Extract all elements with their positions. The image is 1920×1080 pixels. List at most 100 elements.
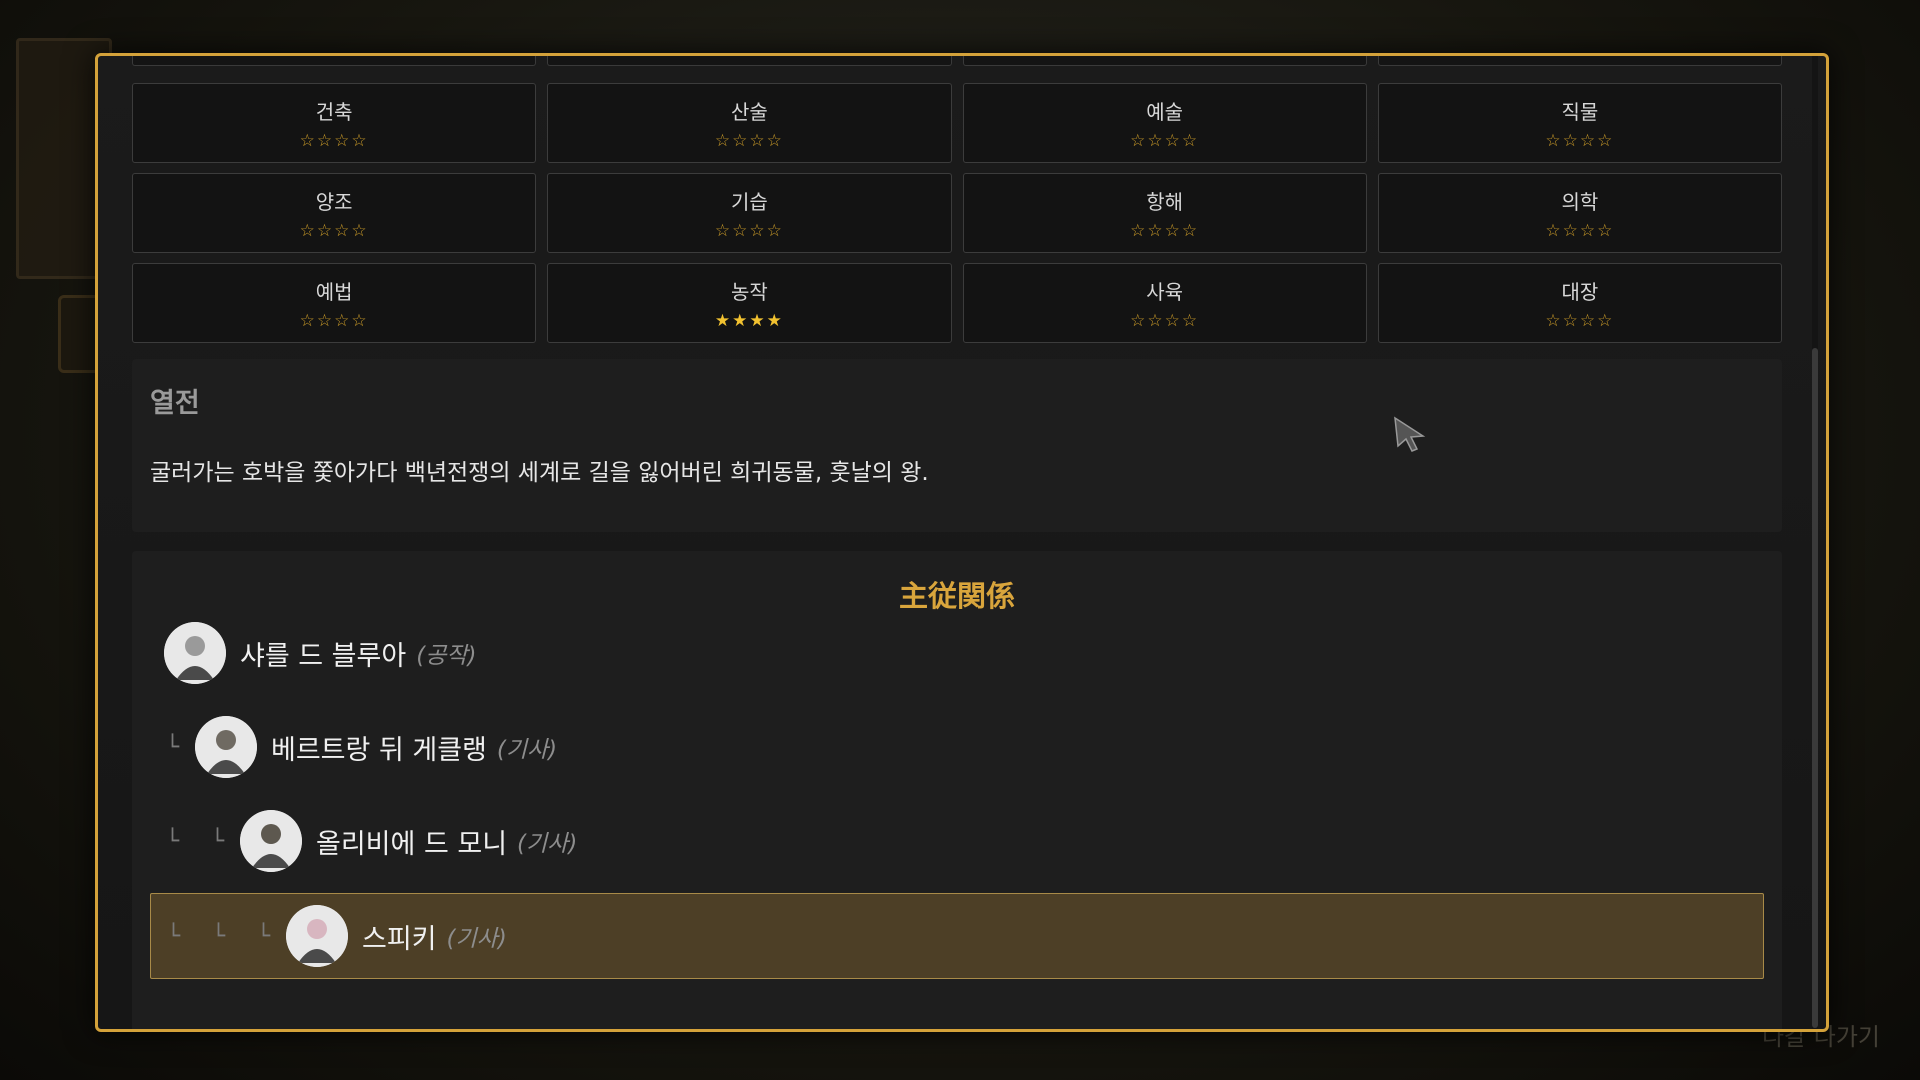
star-empty-icon: ☆	[1579, 310, 1598, 331]
knight-avatar[interactable]	[240, 810, 302, 872]
star-empty-icon: ☆	[1562, 220, 1580, 241]
knight-avatar[interactable]	[164, 622, 226, 684]
star-empty-icon: ☆	[1597, 220, 1615, 241]
skill-card: 기습 ☆☆☆☆	[547, 173, 952, 253]
star-empty-icon: ☆	[1562, 130, 1580, 151]
star-empty-icon: ☆	[714, 130, 733, 151]
skill-stars: ☆☆☆☆	[1130, 131, 1199, 151]
star-empty-icon: ☆	[299, 220, 317, 241]
star-empty-icon: ☆	[766, 130, 784, 151]
vassal-name: 스피키	[362, 923, 437, 955]
vassal-name: 샤를 드 블루아	[240, 640, 407, 672]
star-empty-icon: ☆	[732, 130, 750, 151]
star-empty-icon: ☆	[1130, 130, 1148, 151]
star-filled-icon: ★	[714, 310, 733, 331]
star-empty-icon: ☆	[1164, 310, 1182, 331]
vassal-rank: (기사)	[496, 737, 558, 763]
vassal-rank: (공작)	[416, 643, 477, 669]
star-empty-icon: ☆	[1562, 310, 1580, 331]
star-empty-icon: ☆	[1597, 130, 1615, 151]
vassal-rank: (기사)	[517, 831, 578, 857]
skill-stars: ☆☆☆☆	[300, 311, 369, 331]
star-empty-icon: ☆	[334, 130, 352, 151]
star-empty-icon: ☆	[1147, 220, 1165, 241]
star-empty-icon: ☆	[1579, 220, 1598, 241]
star-empty-icon: ☆	[1545, 130, 1563, 151]
skill-name: 농작	[730, 279, 768, 304]
skill-name: 예법	[315, 279, 353, 304]
star-empty-icon: ☆	[1147, 130, 1165, 151]
hierarchy-indent-icon: └	[256, 923, 271, 949]
biography-section: 열전 굴러가는 호박을 쫓아가다 백년전쟁의 세계로 길을 잃어버린 희귀동물,…	[132, 359, 1782, 532]
knight-avatar[interactable]	[286, 905, 348, 967]
star-empty-icon: ☆	[1545, 310, 1563, 331]
skill-grid: 건축 ☆☆☆☆ 산술 ☆☆☆☆ 예술 ☆☆☆☆ 직물 ☆☆☆☆ 양조 ☆☆☆☆ 기습 ☆☆☆☆ 항해 ☆☆…	[132, 83, 1782, 343]
skill-card: 직물 ☆☆☆☆	[1377, 83, 1782, 163]
hierarchy-indent-icon: └	[166, 923, 181, 949]
skill-stars: ☆☆☆☆	[1130, 221, 1199, 241]
hierarchy-indent-icon: └	[165, 828, 180, 854]
skill-stars: ☆☆☆☆	[1545, 221, 1614, 241]
star-empty-icon: ☆	[334, 220, 352, 241]
star-empty-icon: ☆	[749, 130, 767, 151]
star-empty-icon: ☆	[1181, 220, 1200, 241]
hierarchy-indent-icon: └	[165, 734, 180, 760]
star-empty-icon: ☆	[1181, 310, 1200, 331]
skill-card: 양조 ☆☆☆☆	[132, 173, 537, 253]
skill-name: 사육	[1146, 279, 1184, 304]
skill-stars: ☆☆☆☆	[715, 221, 784, 241]
skill-card: 건축 ☆☆☆☆	[132, 83, 537, 163]
star-empty-icon: ☆	[1181, 130, 1200, 151]
star-empty-icon: ☆	[299, 130, 317, 151]
vassal-row[interactable]: └ └ └ 스피키 (기사)	[150, 893, 1764, 979]
skill-name: 직물	[1561, 99, 1599, 124]
skill-stars: ☆☆☆☆	[715, 131, 784, 151]
star-empty-icon: ☆	[334, 310, 352, 331]
skill-stars: ☆☆☆☆	[300, 131, 369, 151]
skill-card: 예법 ☆☆☆☆	[132, 263, 537, 343]
skill-card: 사육 ☆☆☆☆	[962, 263, 1367, 343]
vassal-row[interactable]: 샤를 드 블루아 (공작)	[150, 611, 1764, 695]
mouse-cursor-icon	[1394, 416, 1426, 452]
vassal-rank: (기사)	[446, 926, 507, 952]
vassal-name: 올리비에 드 모니	[316, 828, 508, 860]
star-empty-icon: ☆	[299, 310, 317, 331]
star-filled-icon: ★	[749, 310, 767, 331]
skill-name: 의학	[1561, 189, 1599, 214]
skill-card: 예술 ☆☆☆☆	[962, 83, 1367, 163]
previous-skill-row	[132, 56, 1782, 66]
hierarchy-indent-icon: └	[210, 828, 225, 854]
vassal-name: 베르트랑 뒤 게클랭	[271, 734, 487, 766]
star-empty-icon: ☆	[1164, 130, 1182, 151]
biography-title: 열전	[150, 388, 200, 419]
skill-card: 항해 ☆☆☆☆	[962, 173, 1367, 253]
vassal-row[interactable]: └ 베르트랑 뒤 게클랭 (기사)	[150, 705, 1764, 789]
vassalage-section: 主従関係 샤를 드 블루아 (공작) └ 베르트랑 뒤 게클랭 (기사) └ └ 올리비에 드…	[132, 551, 1782, 1029]
vassal-row[interactable]: └ └ 올리비에 드 모니 (기사)	[150, 799, 1764, 883]
skill-name: 예술	[1146, 99, 1184, 124]
skill-stars: ☆☆☆☆	[1130, 311, 1199, 331]
star-empty-icon: ☆	[351, 130, 369, 151]
star-empty-icon: ☆	[714, 220, 733, 241]
star-empty-icon: ☆	[1147, 310, 1165, 331]
skill-name: 항해	[1146, 189, 1184, 214]
skill-name: 건축	[315, 99, 353, 124]
star-empty-icon: ☆	[351, 310, 369, 331]
star-empty-icon: ☆	[766, 220, 784, 241]
skill-name: 양조	[315, 189, 353, 214]
skill-stars: ★★★★	[715, 311, 784, 331]
knight-avatar[interactable]	[195, 716, 257, 778]
star-filled-icon: ★	[766, 310, 784, 331]
skill-card: 대장 ☆☆☆☆	[1377, 263, 1782, 343]
skill-name: 산술	[730, 99, 768, 124]
hierarchy-indent-icon: └	[211, 923, 226, 949]
scrollbar-thumb[interactable]	[1812, 348, 1818, 1028]
star-empty-icon: ☆	[1130, 310, 1148, 331]
skill-name: 대장	[1561, 279, 1599, 304]
character-detail-panel: 건축 ☆☆☆☆ 산술 ☆☆☆☆ 예술 ☆☆☆☆ 직물 ☆☆☆☆ 양조 ☆☆☆☆ 기습 ☆☆☆☆ 항해 ☆☆…	[95, 53, 1829, 1032]
star-empty-icon: ☆	[732, 220, 750, 241]
biography-text: 굴러가는 호박을 쫓아가다 백년전쟁의 세계로 길을 잃어버린 희귀동물, 훗날…	[150, 460, 929, 486]
skill-name: 기습	[730, 189, 768, 214]
vassalage-title: 主従関係	[898, 579, 1015, 613]
star-empty-icon: ☆	[1597, 310, 1615, 331]
